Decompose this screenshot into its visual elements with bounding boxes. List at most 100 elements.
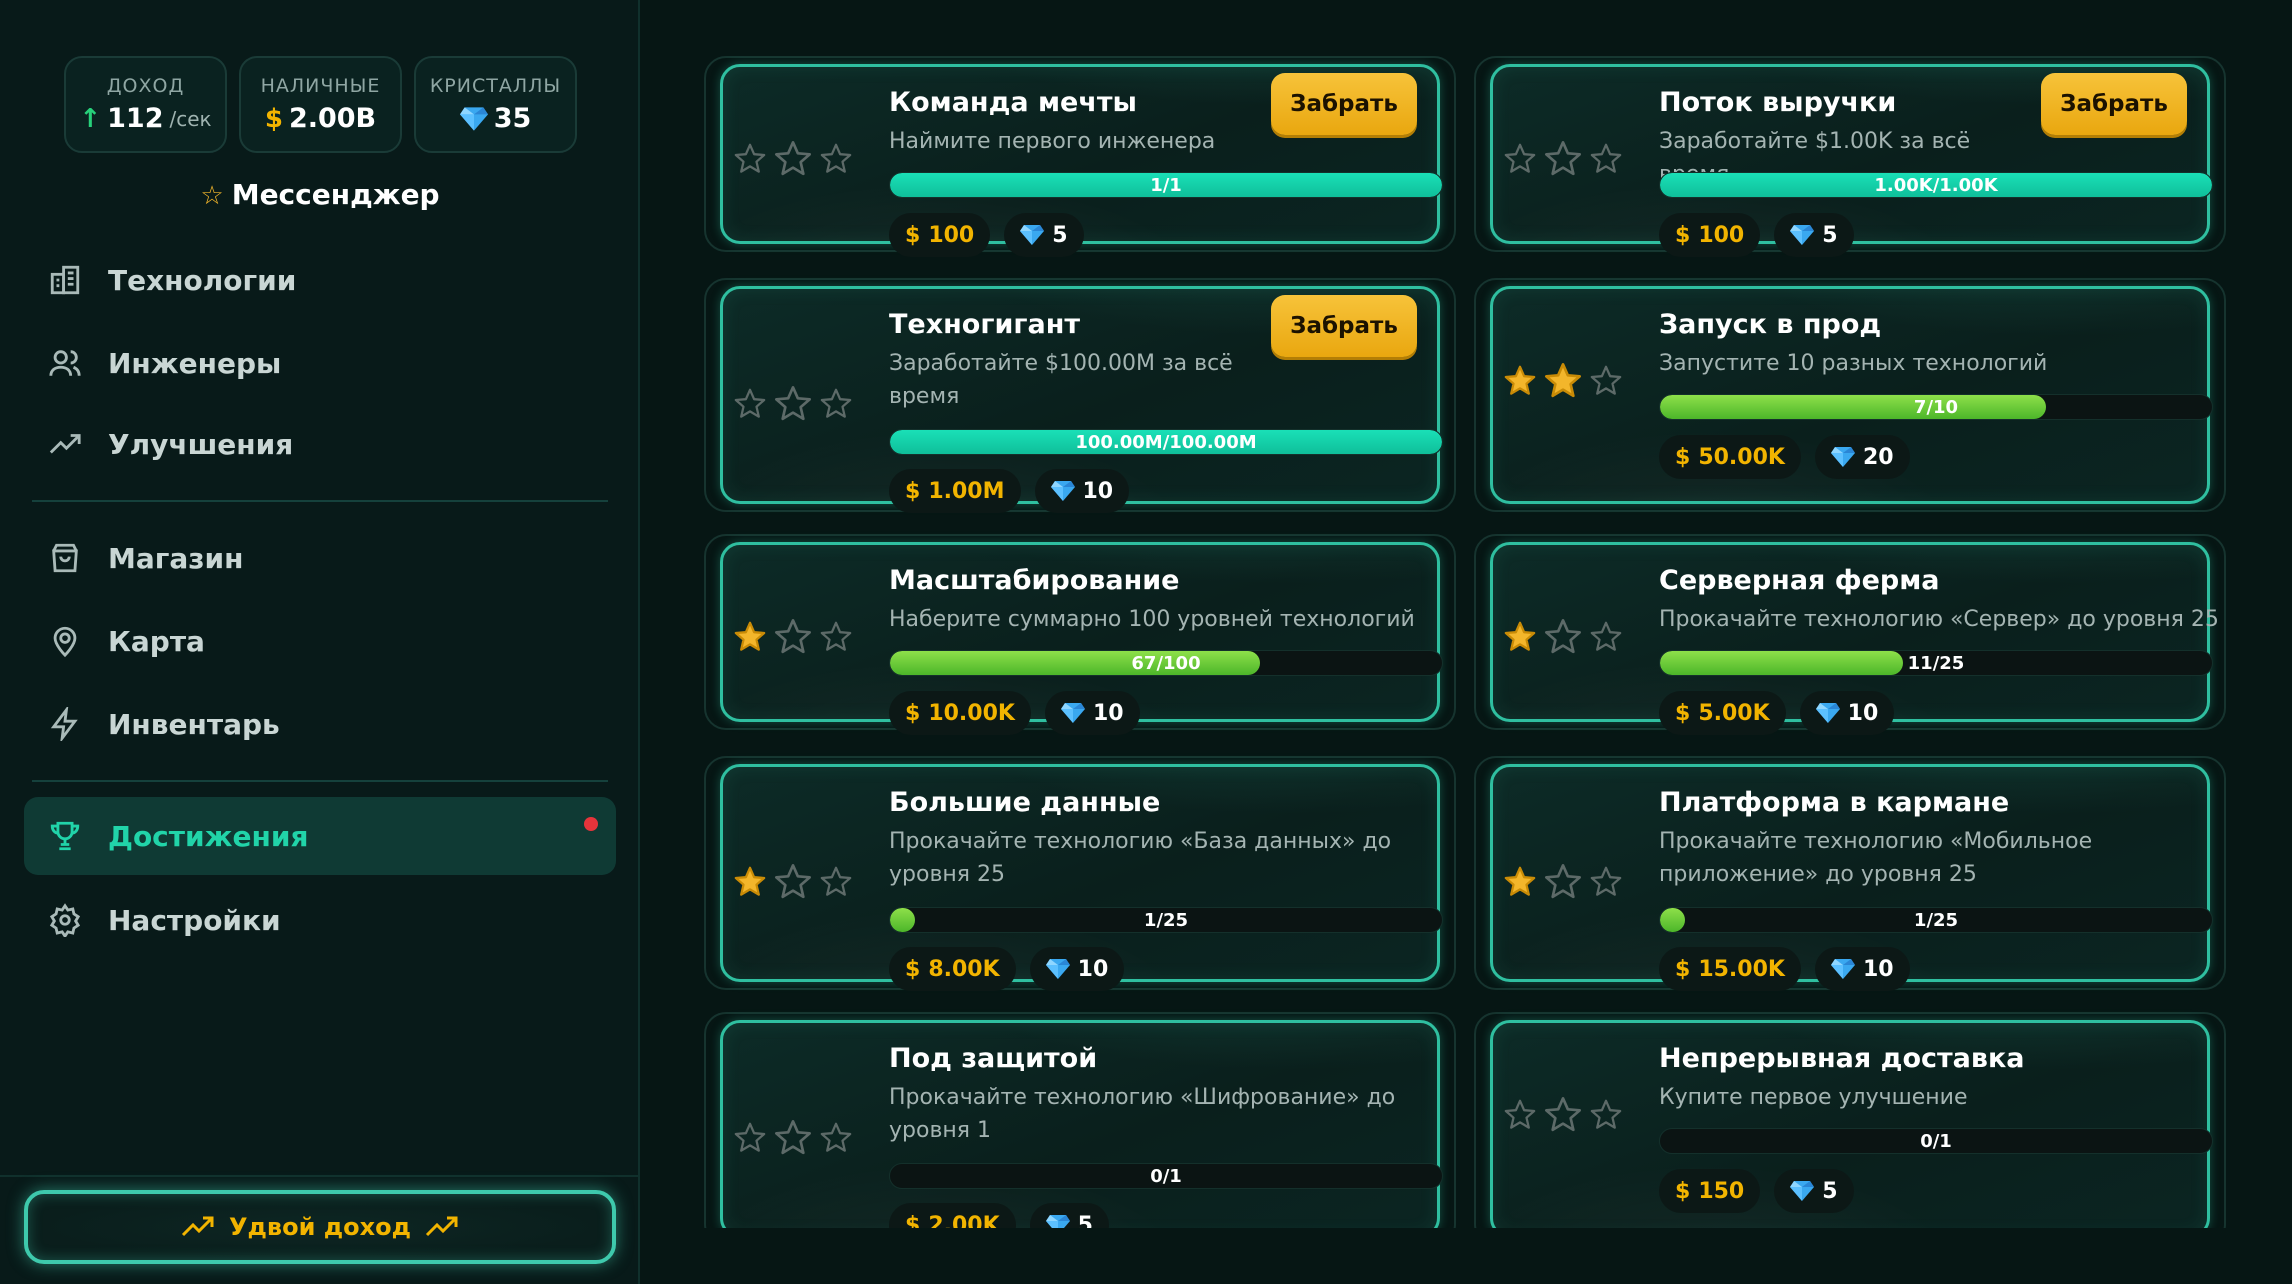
achievement-title: Команда мечты <box>889 87 1137 118</box>
star-outline-icon: ☆ <box>200 181 224 211</box>
achievement-stars <box>1503 361 1623 401</box>
gem-reward-value: 5 <box>1822 1178 1838 1204</box>
nav-label-technologies: Технологии <box>108 263 297 297</box>
diamond-icon <box>1815 703 1840 723</box>
diamond-icon <box>1790 225 1815 245</box>
star-empty-icon <box>1504 1099 1536 1129</box>
achievement-card: Платформа в кармане Прокачайте технологию… <box>1474 756 2226 991</box>
double-income-button[interactable]: Удвой доход <box>24 1190 616 1264</box>
nav-item-map[interactable]: Карта <box>24 602 616 680</box>
star-empty-icon <box>775 864 811 899</box>
star-empty-icon <box>820 1122 852 1152</box>
star-empty-icon <box>734 1122 766 1152</box>
dollar-icon: $ <box>905 1212 921 1229</box>
achievement-rewards: $10.00K 10 <box>889 691 1140 735</box>
star-empty-icon <box>1590 621 1622 651</box>
trend-up-icon <box>181 1216 214 1237</box>
achievement-progress-bar: 1/25 <box>889 907 1443 933</box>
achievement-card-frame: Большие данные Прокачайте технологию «Баз… <box>720 764 1443 991</box>
achievement-card: Серверная ферма Прокачайте технологию «Се… <box>1474 534 2226 735</box>
nav-item-inventory[interactable]: Инвентарь <box>24 685 616 763</box>
achievement-progress-bar: 11/25 <box>1659 650 2213 676</box>
nav-divider <box>32 780 608 782</box>
achievement-stars <box>1503 862 1623 902</box>
star-empty-icon <box>820 143 852 173</box>
cash-reward-value: 150 <box>1698 1178 1745 1204</box>
gem-reward: 10 <box>1044 691 1140 735</box>
cash-reward-value: 2.00K <box>928 1212 1000 1229</box>
cash-reward-value: 8.00K <box>928 956 1000 982</box>
star-filled-icon <box>1545 363 1581 398</box>
star-empty-icon <box>734 388 766 418</box>
claim-button[interactable]: Забрать <box>1271 295 1417 357</box>
nav-label-settings: Настройки <box>108 903 281 937</box>
dollar-icon: $ <box>264 103 283 134</box>
income-stat: ДОХОД ↑ 112 /сек <box>64 56 227 153</box>
achievement-rewards: $150 5 <box>1659 1169 1854 1213</box>
sidebar-footer-divider <box>0 1175 640 1177</box>
nav-item-engineers[interactable]: Инженеры <box>24 324 616 402</box>
achievement-rewards: $50.00K 20 <box>1659 435 1910 479</box>
diamond-icon <box>1020 225 1045 245</box>
dollar-icon: $ <box>905 222 921 248</box>
star-filled-icon <box>734 621 766 651</box>
claim-button[interactable]: Забрать <box>1271 73 1417 135</box>
nav-item-upgrades[interactable]: Улучшения <box>24 405 616 483</box>
cash-reward: $15.00K <box>1659 947 1801 991</box>
diamond-icon <box>1790 1181 1815 1201</box>
gem-reward: 5 <box>1004 213 1084 257</box>
cash-stat: НАЛИЧНЫЕ $ 2.00B <box>239 56 402 153</box>
gem-reward-value: 5 <box>1052 222 1068 248</box>
gem-reward: 5 <box>1774 1169 1854 1213</box>
dollar-icon: $ <box>1675 444 1691 470</box>
claim-button[interactable]: Забрать <box>2041 73 2187 135</box>
progress-label: 1/25 <box>1913 909 1959 931</box>
cash-reward: $10.00K <box>889 691 1031 735</box>
star-empty-icon <box>775 141 811 176</box>
dollar-icon: $ <box>905 956 921 982</box>
star-empty-icon <box>820 621 852 651</box>
gem-reward-value: 10 <box>1082 478 1114 504</box>
crystals-label: КРИСТАЛЛЫ <box>429 75 562 97</box>
cash-reward-value: 5.00K <box>1698 700 1770 726</box>
achievement-progress-bar: 0/1 <box>889 1163 1443 1189</box>
cash-reward-value: 10.00K <box>928 700 1015 726</box>
nav-item-technologies[interactable]: Технологии <box>24 241 616 319</box>
crystals-value-row: 35 <box>459 103 531 134</box>
achievement-description: Прокачайте технологию «База данных» до у… <box>889 829 1392 887</box>
achievement-description: Прокачайте технологию «Сервер» до уровня… <box>1659 607 2219 632</box>
achievement-card: Команда мечты Наймите первого инженера Заб… <box>704 56 1456 257</box>
achievement-card: Запуск в прод Запустите 10 разных техноло… <box>1474 278 2226 512</box>
gem-reward: 10 <box>1799 691 1895 735</box>
nav-item-achievements[interactable]: Достижения <box>24 797 616 875</box>
achievement-rewards: $100 5 <box>889 213 1084 257</box>
crystals-stat: КРИСТАЛЛЫ 35 <box>414 56 577 153</box>
nav-item-shop[interactable]: Магазин <box>24 519 616 597</box>
gear-icon <box>49 903 81 937</box>
dollar-icon: $ <box>905 478 921 504</box>
gem-reward: 10 <box>1034 469 1130 513</box>
achievement-stars <box>733 862 853 902</box>
star-empty-icon <box>775 386 811 421</box>
achievement-card-frame: Техногигант Заработайте $100.00M за всё в… <box>720 286 1443 513</box>
achievement-rewards: $100 5 <box>1659 213 1854 257</box>
income-unit: /сек <box>169 106 212 131</box>
cash-value-row: $ 2.00B <box>265 103 376 134</box>
star-empty-icon <box>1545 1097 1581 1132</box>
diamond-icon <box>1045 1215 1070 1228</box>
nav-item-settings[interactable]: Настройки <box>24 881 616 959</box>
achievement-card: Под защитой Прокачайте технологию «Шифров… <box>704 1012 1456 1228</box>
income-value: 112 <box>107 103 164 134</box>
achievement-title: Поток выручки <box>1659 87 1897 118</box>
achievement-card-frame: Поток выручкиЗаработайте $1.00K за всё в… <box>1490 64 2213 257</box>
star-empty-icon <box>1545 141 1581 176</box>
cash-reward: $100 <box>889 213 991 257</box>
cash-value: 2.00B <box>288 103 377 134</box>
achievement-rewards: $2.00K 5 <box>889 1203 1109 1228</box>
achievement-title: Техногигант <box>889 309 1081 340</box>
star-empty-icon <box>1545 864 1581 899</box>
progress-label: 1/25 <box>1143 909 1189 931</box>
sidebar: ДОХОД ↑ 112 /сек НАЛИЧНЫЕ $ 2.00B КРИСТА… <box>0 0 640 1284</box>
achievement-stars <box>733 617 853 657</box>
progress-label: 100.00M/100.00M <box>1075 431 1257 453</box>
